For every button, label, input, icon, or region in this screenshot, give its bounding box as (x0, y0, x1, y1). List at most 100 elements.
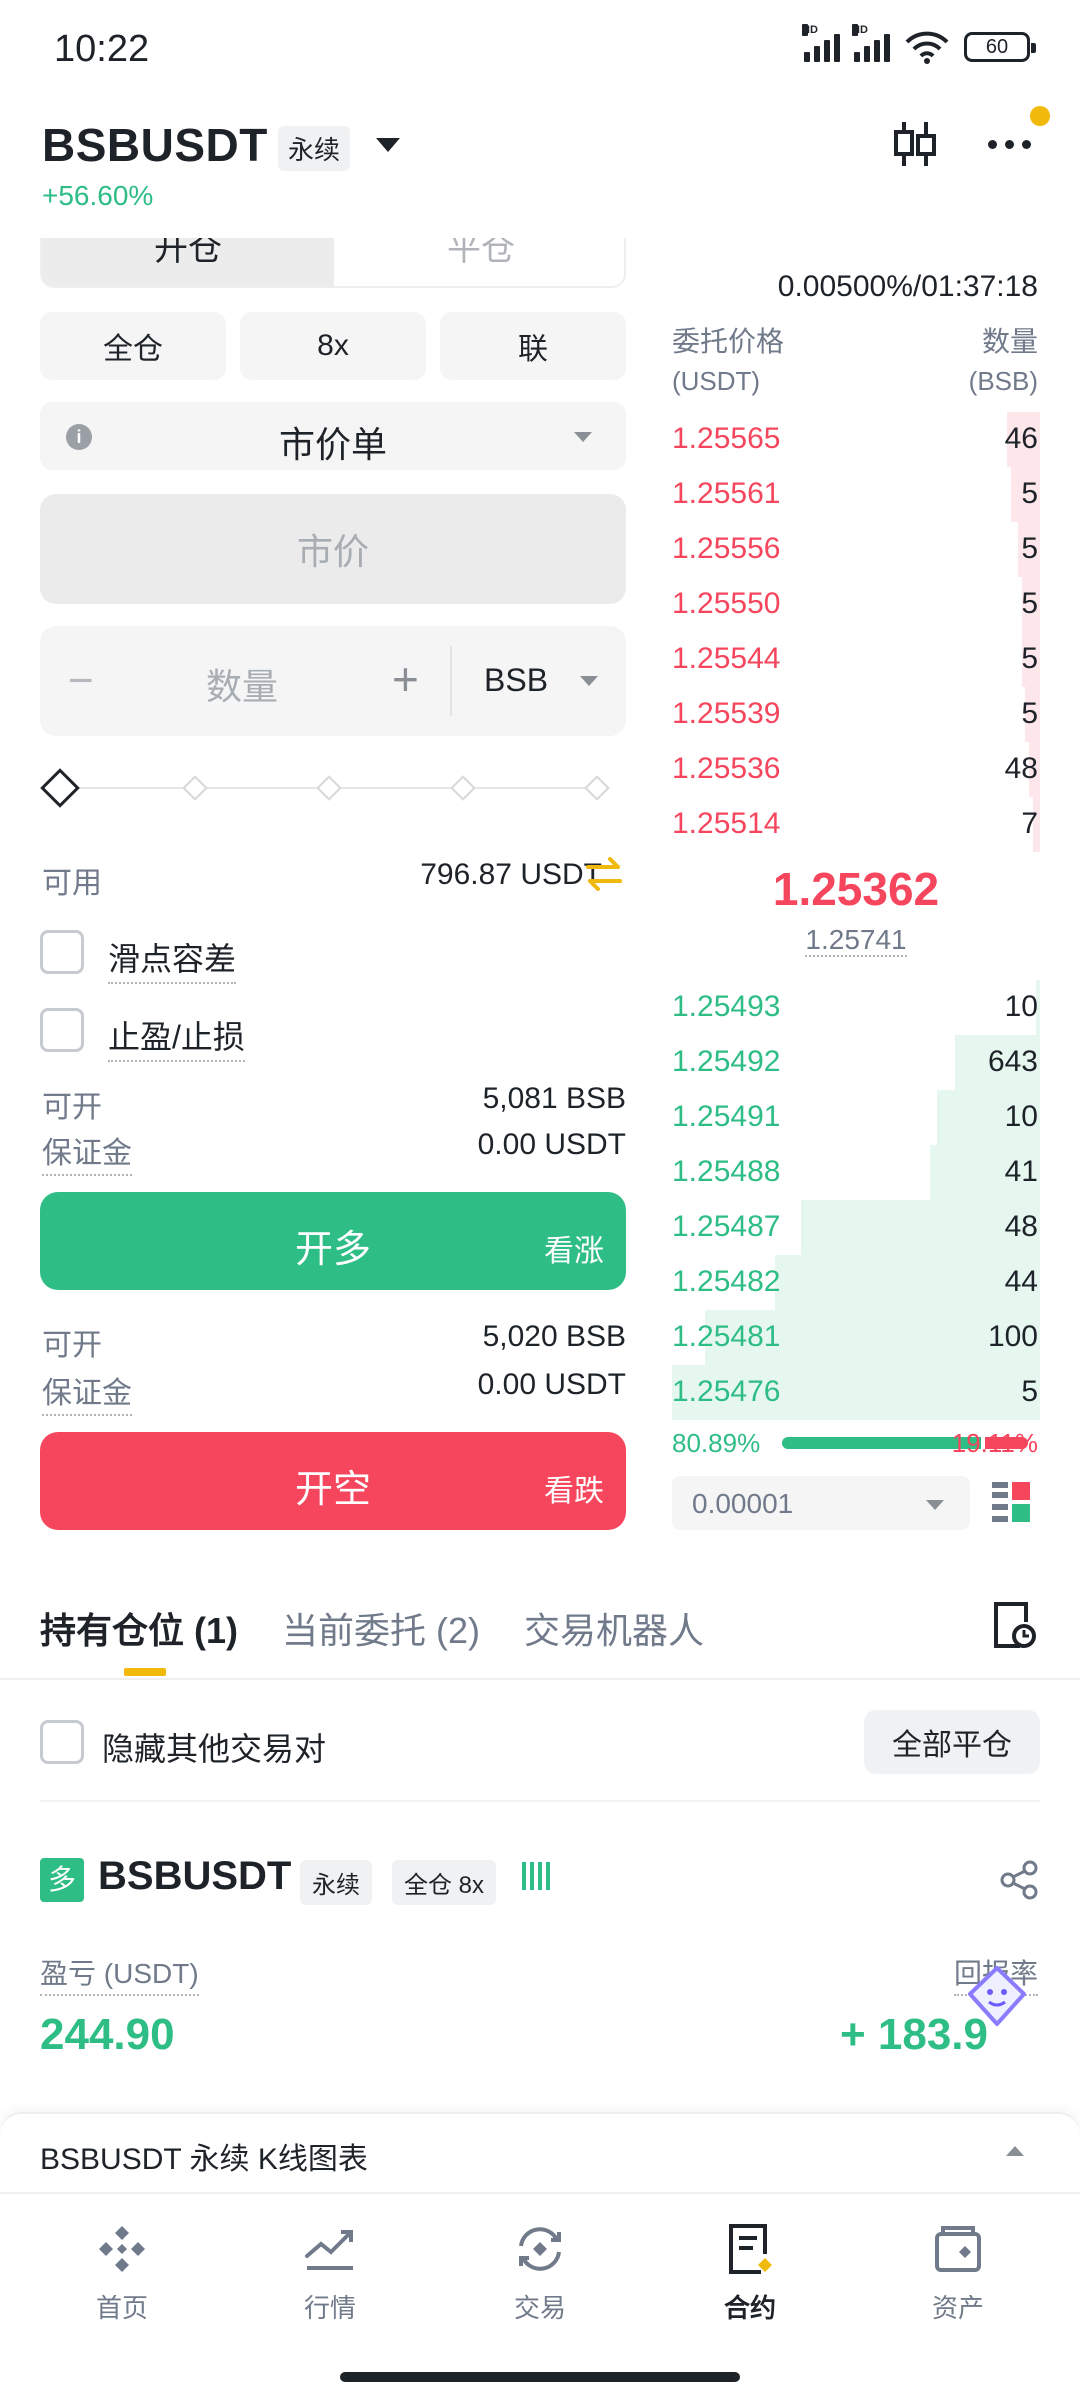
ask-row[interactable]: 1.25539 5 (672, 687, 1040, 742)
margin-short-value: 0.00 USDT (477, 1368, 626, 1401)
bid-qty: 48 (1004, 1210, 1038, 1243)
tpsl-checkbox[interactable] (40, 1008, 84, 1052)
chevron-down-icon (926, 1500, 944, 1510)
positions-tabs: 持有仓位 (1) 当前委托 (2) 交易机器人 (40, 1602, 704, 1654)
bid-price: 1.25488 (672, 1155, 781, 1188)
symbol-dropdown-icon[interactable] (376, 138, 400, 152)
tab-open[interactable]: 开仓 (42, 238, 334, 286)
active-tab-indicator (124, 1668, 166, 1676)
status-time: 10:22 (54, 28, 150, 70)
history-icon[interactable] (990, 1600, 1036, 1650)
ask-row[interactable]: 1.25536 48 (672, 742, 1040, 797)
ask-row[interactable]: 1.25561 5 (672, 467, 1040, 522)
open-short-button[interactable]: 开空 看跌 (40, 1432, 626, 1530)
slider-node-25[interactable] (182, 775, 208, 801)
leverage-button[interactable]: 8x (240, 312, 426, 380)
slider-node-75[interactable] (450, 775, 476, 801)
signal-icon: HD (802, 24, 840, 62)
precision-select[interactable]: 0.00001 (672, 1476, 970, 1530)
bid-qty: 643 (987, 1045, 1038, 1078)
wallet-icon (935, 2226, 981, 2272)
orderbook-layout-icon[interactable] (990, 1480, 1032, 1526)
slippage-checkbox[interactable] (40, 930, 84, 974)
pnl-value: 244.90 (40, 2010, 175, 2059)
chevron-down-icon[interactable] (580, 676, 598, 686)
divider (40, 1800, 1040, 1802)
nav-assets[interactable]: 资产 (888, 2220, 1028, 2325)
margin-short-label[interactable]: 保证金 (42, 1368, 132, 1416)
ask-qty: 46 (1004, 422, 1038, 455)
ask-row[interactable]: 1.25565 46 (672, 412, 1040, 467)
share-icon[interactable] (1000, 1860, 1038, 1900)
increment-button[interactable]: + (392, 652, 419, 706)
open-long-button[interactable]: 开多 看涨 (40, 1192, 626, 1290)
link-mode-button[interactable]: 联 (440, 312, 626, 380)
bid-row[interactable]: 1.25476 5 (672, 1365, 1040, 1420)
last-price[interactable]: 1.25362 (672, 862, 1040, 916)
slider-node-50[interactable] (316, 775, 342, 801)
open-long-sublabel: 看涨 (544, 1235, 604, 1268)
kline-chart-toggle[interactable]: BSBUSDT 永续 K线图表 (0, 2112, 1080, 2192)
nav-futures[interactable]: 合约 (680, 2220, 820, 2325)
tab-positions[interactable]: 持有仓位 (1) (40, 1602, 238, 1654)
bid-row[interactable]: 1.25492 643 (672, 1035, 1040, 1090)
bid-row[interactable]: 1.25481 100 (672, 1310, 1040, 1365)
ask-row[interactable]: 1.25550 5 (672, 577, 1040, 632)
ask-row[interactable]: 1.25544 5 (672, 632, 1040, 687)
quantity-input[interactable]: 数量 (206, 658, 278, 710)
notification-dot (1030, 106, 1050, 126)
hide-other-pairs-label[interactable]: 隐藏其他交易对 (102, 1724, 326, 1770)
tab-open-orders[interactable]: 当前委托 (2) (282, 1602, 480, 1654)
ask-row[interactable]: 1.25514 7 (672, 797, 1040, 852)
slider-thumb[interactable] (40, 768, 80, 808)
ask-row[interactable]: 1.25556 5 (672, 522, 1040, 577)
slippage-label[interactable]: 滑点容差 (108, 934, 237, 984)
available-label: 可用 (42, 867, 102, 900)
open-long-label: 开多 (294, 1229, 371, 1271)
margin-long-label[interactable]: 保证金 (42, 1128, 132, 1176)
close-all-button[interactable]: 全部平仓 (864, 1710, 1040, 1774)
slider-node-100[interactable] (584, 775, 610, 801)
divider (450, 646, 452, 716)
bid-qty: 5 (1021, 1375, 1038, 1408)
bid-row[interactable]: 1.25493 10 (672, 980, 1040, 1035)
bid-row[interactable]: 1.25487 48 (672, 1200, 1040, 1255)
ask-price: 1.25539 (672, 697, 781, 730)
tab-close[interactable]: 平仓 (334, 238, 624, 286)
ai-assistant-icon[interactable] (962, 1962, 1032, 2032)
ask-price: 1.25514 (672, 807, 781, 840)
orderbook-qty-unit[interactable]: (BSB) (969, 366, 1038, 397)
symbol-title[interactable]: BSBUSDT (42, 118, 268, 172)
margin-mode-button[interactable]: 全仓 (40, 312, 226, 380)
signal-icon: HD (852, 24, 890, 62)
tab-trading-bots[interactable]: 交易机器人 (524, 1602, 704, 1654)
position-side-badge: 多 (40, 1858, 84, 1902)
position-symbol[interactable]: BSBUSDT (98, 1854, 291, 1899)
bid-price: 1.25492 (672, 1045, 781, 1078)
nav-trade[interactable]: 交易 (470, 2220, 610, 2325)
risk-level-icon[interactable] (522, 1862, 550, 1890)
mark-price[interactable]: 1.25741 (672, 924, 1040, 957)
transfer-icon[interactable] (584, 856, 624, 892)
candlestick-chart-icon[interactable] (892, 118, 938, 170)
quantity-stepper[interactable]: − 数量 + BSB (40, 626, 626, 736)
pnl-label[interactable]: 盈亏 (USDT) (40, 1952, 199, 1996)
nav-home[interactable]: 首页 (52, 2220, 192, 2325)
quantity-unit[interactable]: BSB (484, 662, 548, 699)
tpsl-label[interactable]: 止盈/止损 (108, 1012, 245, 1062)
more-icon[interactable] (988, 140, 1031, 149)
max-short-label: 可开 (42, 1329, 102, 1362)
bid-row[interactable]: 1.25482 44 (672, 1255, 1040, 1310)
bid-qty: 10 (1004, 1100, 1038, 1133)
home-indicator[interactable] (340, 2372, 740, 2382)
position-mode-tag[interactable]: 全仓 8x (392, 1860, 497, 1905)
bid-price: 1.25481 (672, 1320, 781, 1353)
hide-other-pairs-checkbox[interactable] (40, 1720, 84, 1764)
nav-markets[interactable]: 行情 (260, 2220, 400, 2325)
order-type-select[interactable]: i 市价单 (40, 402, 626, 470)
bid-row[interactable]: 1.25488 41 (672, 1145, 1040, 1200)
price-input[interactable]: 市价 (40, 494, 626, 604)
funding-rate[interactable]: 0.00500%/01:37:18 (778, 270, 1038, 304)
decrement-button[interactable]: − (68, 656, 94, 706)
bid-row[interactable]: 1.25491 10 (672, 1090, 1040, 1145)
